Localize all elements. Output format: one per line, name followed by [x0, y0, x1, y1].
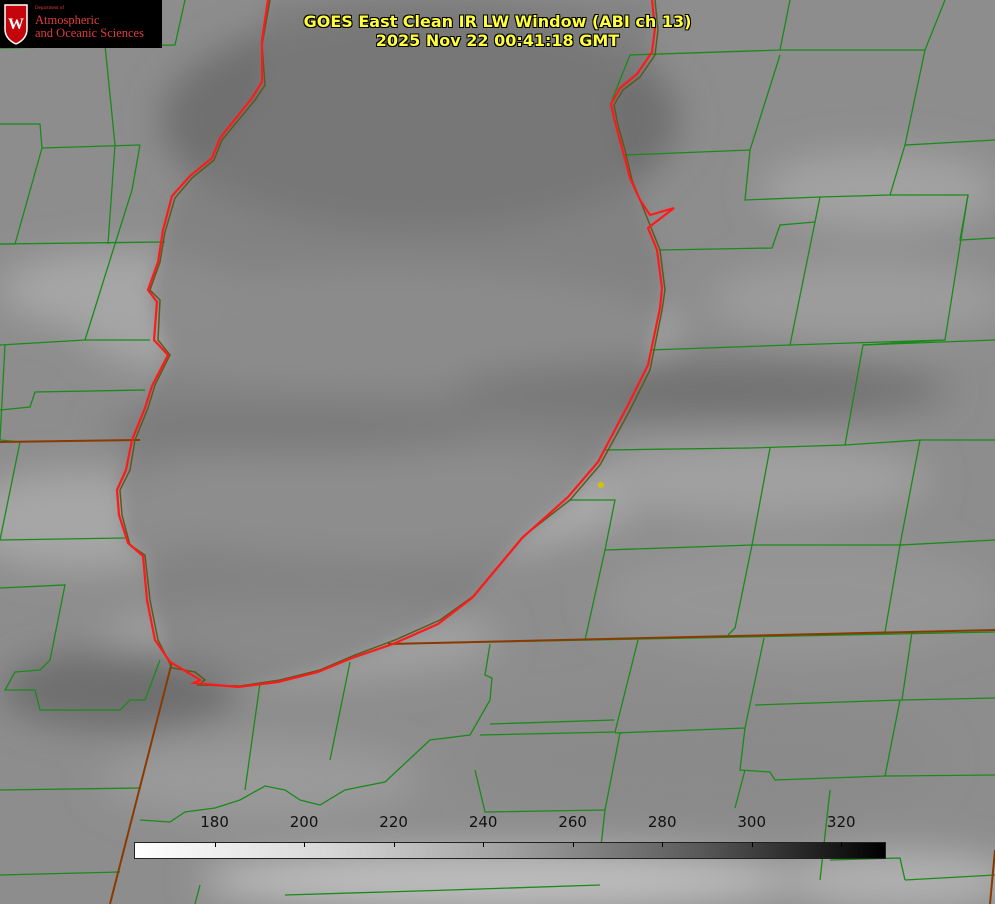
colorbar-tick: [572, 842, 574, 847]
colorbar-tick-label: 220: [379, 813, 408, 831]
colorbar-tick: [751, 842, 753, 847]
colorbar-tick: [214, 842, 216, 847]
logo-line2: and Oceanic Sciences: [35, 26, 144, 40]
colorbar-gradient: [134, 842, 886, 859]
colorbar-tick-label: 180: [200, 813, 229, 831]
colorbar: [134, 842, 886, 859]
colorbar-tick: [393, 842, 395, 847]
colorbar-tick: [304, 842, 306, 847]
colorbar-tick-label: 300: [737, 813, 767, 831]
location-marker: [598, 482, 604, 488]
colorbar-tick-label: 320: [826, 813, 856, 831]
logo-department: Department of: [35, 6, 65, 11]
colorbar-tick-label: 200: [289, 813, 319, 831]
colorbar-tick-label: 260: [558, 813, 587, 831]
colorbar-tick: [841, 842, 843, 847]
colorbar-tick: [662, 842, 664, 847]
satellite-map: [0, 0, 995, 904]
colorbar-tick: [483, 842, 485, 847]
colorbar-tick-label: 240: [468, 813, 498, 831]
seal-letter: W: [8, 16, 24, 33]
uw-crest-icon: W: [4, 4, 28, 45]
colorbar-tick-label: 280: [647, 813, 677, 831]
uw-aos-logo: W Department of Atmospheric and Oceanic …: [0, 0, 162, 48]
